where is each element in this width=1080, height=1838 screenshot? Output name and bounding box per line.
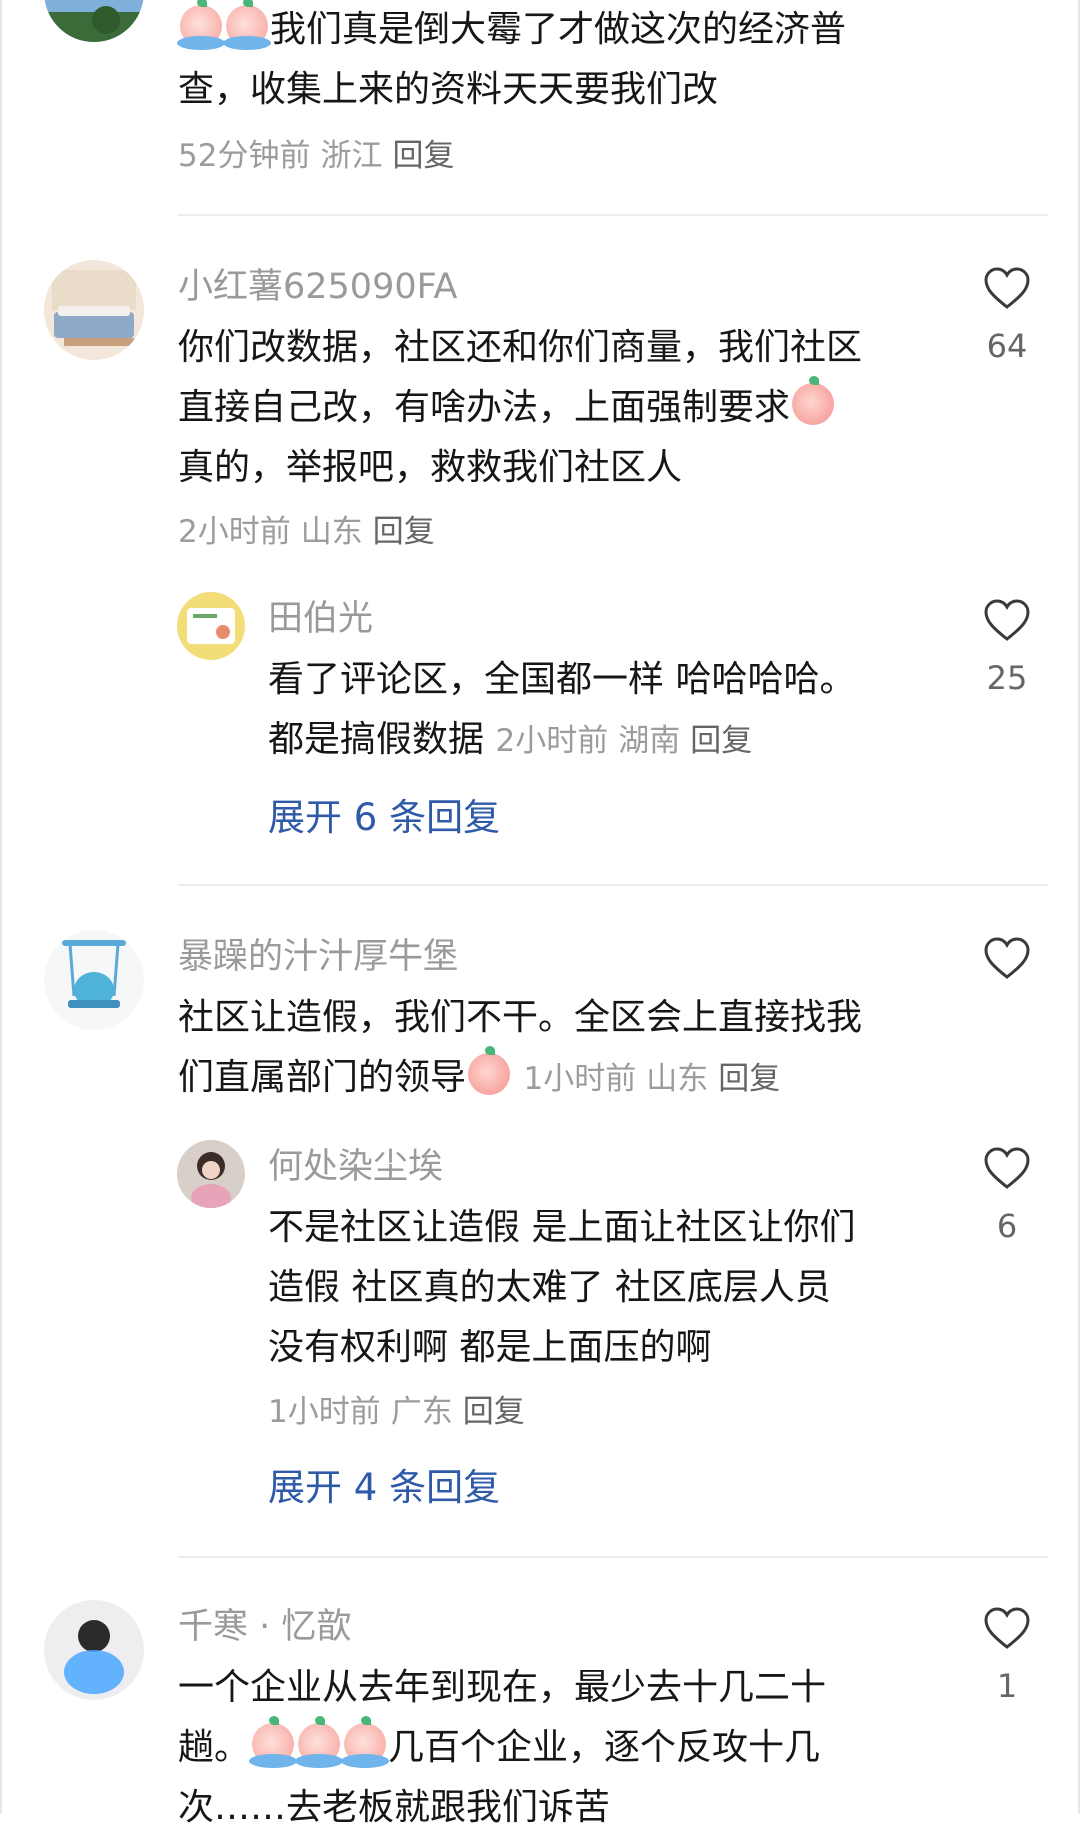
avatar[interactable] — [44, 930, 144, 1030]
comment-meta: 1小时前 广东 回复 — [268, 1382, 535, 1442]
comment-text: 一个企业从去年到现在，最少去十几二十 趟。 几百个企业，逐个反攻十几 次……去老板… — [178, 1667, 827, 1828]
like-button[interactable]: 25 — [967, 598, 1047, 698]
divider — [178, 884, 1048, 886]
avatar[interactable] — [44, 1600, 144, 1700]
like-button[interactable]: 1 — [967, 1606, 1047, 1706]
expand-replies-button[interactable]: 展开 6 条回复 — [268, 793, 500, 843]
comment-time: 1小时前 — [268, 1394, 381, 1430]
like-count: 1 — [996, 1667, 1018, 1705]
comment-text: 我们真是倒大霉了才做这次的经济普 查，收集上来的资料天天要我们改 — [177, 0, 846, 120]
frame-left-edge — [0, 0, 2, 1814]
like-count: 6 — [996, 1207, 1018, 1245]
comment-text: 社区让造假，我们不干。全区会上直接找我 们直属部门的领导 1小时前 山东 回复 — [178, 997, 863, 1098]
like-count: 25 — [986, 659, 1028, 697]
heart-outline-icon — [984, 599, 1030, 641]
like-count: 64 — [986, 327, 1028, 365]
divider — [178, 1556, 1048, 1558]
heart-outline-icon — [984, 1147, 1030, 1189]
reply-button[interactable]: 回复 — [718, 1061, 780, 1097]
heart-outline-icon — [984, 267, 1030, 309]
like-button[interactable] — [967, 936, 1047, 980]
crying-face-emoji — [295, 1716, 344, 1768]
divider — [178, 214, 1048, 216]
reply-button[interactable]: 回复 — [690, 723, 752, 759]
blushing-face-emoji — [468, 1046, 511, 1095]
username[interactable]: 何处染尘埃 — [268, 1144, 443, 1190]
comment-text: 你们改数据，社区还和你们商量，我们社区 直接自己改，有啥办法，上面强制要求 真的… — [178, 327, 863, 488]
username[interactable]: 暴躁的汁汁厚牛堡 — [178, 934, 458, 980]
avatar[interactable] — [177, 1140, 245, 1208]
like-button[interactable]: 64 — [967, 266, 1047, 366]
comment-time: 2小时前 — [178, 514, 291, 550]
reply-button[interactable]: 回复 — [373, 514, 435, 550]
crying-face-emoji — [249, 1716, 298, 1768]
comment-time: 1小时前 — [523, 1061, 637, 1097]
reply-text: 不是社区让造假 是上面让社区让你们 造假 社区真的太难了 社区底层人员 没有权利… — [268, 1207, 856, 1368]
reply-button[interactable]: 回复 — [463, 1394, 525, 1430]
crying-face-emoji — [177, 0, 225, 50]
reply-button[interactable]: 回复 — [392, 138, 454, 174]
like-button[interactable]: 6 — [967, 1146, 1047, 1246]
blushing-face-emoji — [792, 376, 835, 425]
heart-outline-icon — [984, 1607, 1030, 1649]
avatar[interactable] — [44, 260, 144, 360]
comment-region: 山东 — [300, 514, 363, 550]
reply-text: 看了评论区，全国都一样 哈哈哈哈。 都是搞假数据 2小时前 湖南 回复 — [268, 659, 856, 760]
comment-time: 2小时前 — [495, 723, 609, 759]
comment-region: 湖南 — [618, 723, 681, 759]
comment-time: 52分钟前 — [178, 138, 311, 174]
comment-region: 广东 — [390, 1394, 453, 1430]
crying-face-emoji — [223, 0, 271, 50]
comment-region: 浙江 — [320, 138, 383, 174]
comment-meta: 2小时前 山东 回复 — [178, 502, 445, 562]
avatar[interactable] — [44, 0, 144, 42]
heart-outline-icon — [984, 937, 1030, 979]
expand-replies-button[interactable]: 展开 4 条回复 — [268, 1463, 500, 1513]
crying-face-emoji — [341, 1716, 390, 1768]
comment-meta: 52分钟前 浙江 回复 — [178, 126, 464, 186]
username[interactable]: 小红薯625090FA — [178, 264, 457, 310]
avatar[interactable] — [177, 592, 245, 660]
username[interactable]: 千寒 · 忆歆 — [178, 1604, 351, 1650]
username[interactable]: 田伯光 — [268, 596, 373, 642]
comment-region: 山东 — [646, 1061, 709, 1097]
